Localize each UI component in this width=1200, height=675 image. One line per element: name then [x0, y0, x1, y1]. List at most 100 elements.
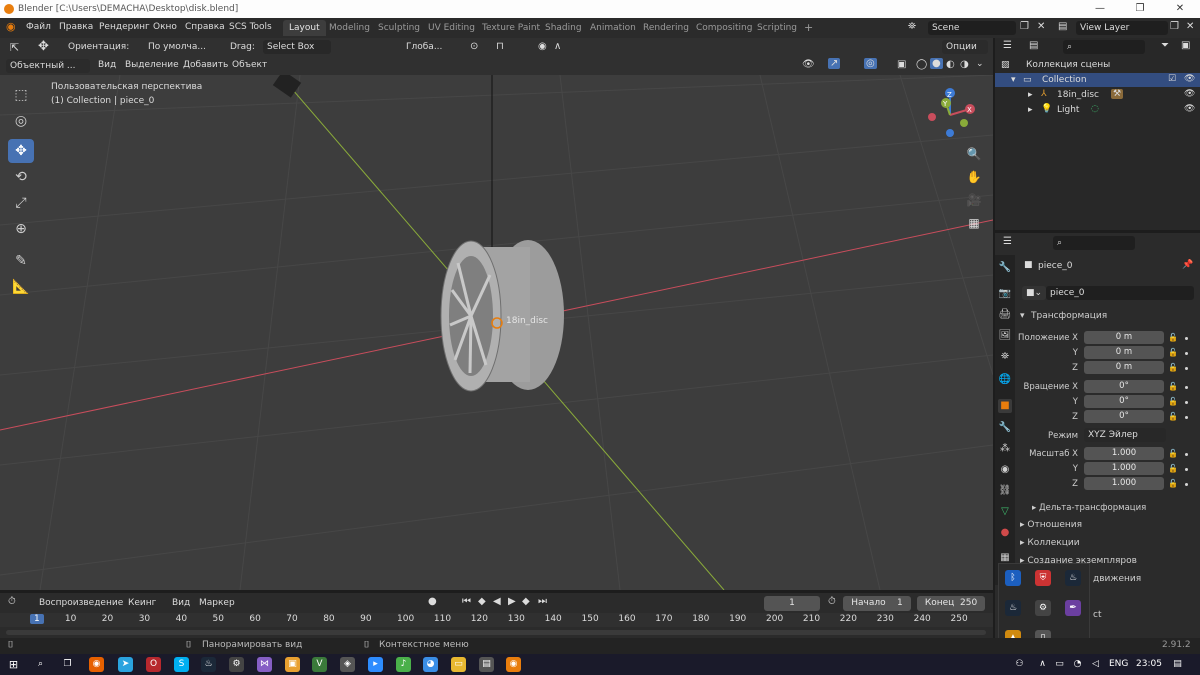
next-keyframe-icon[interactable]: ◆	[522, 596, 530, 607]
keying-menu[interactable]: Кеинг	[128, 598, 156, 608]
lock-icon[interactable]: 🔓	[1168, 348, 1178, 357]
falloff-icon[interactable]: ∧	[554, 41, 561, 52]
lock-icon[interactable]: 🔓	[1168, 397, 1178, 406]
scale-y-field[interactable]: 1.000	[1084, 462, 1164, 475]
drag-dropdown[interactable]: Select Box	[263, 40, 331, 54]
scale-tool-button[interactable]: ⤢	[8, 191, 34, 215]
select-tool-button[interactable]: ⬚	[8, 83, 34, 107]
rendered-shading-icon[interactable]: ◑	[960, 59, 969, 70]
zoom-app-icon[interactable]: ▸	[368, 657, 383, 672]
chrome-icon[interactable]: ◕	[423, 657, 438, 672]
rotation-z-field[interactable]: 0°	[1084, 410, 1164, 423]
object-mode-dropdown[interactable]: Объектный ...	[6, 59, 90, 73]
render-tab-icon[interactable]: 📷	[998, 287, 1012, 301]
clock[interactable]: 23:05	[1136, 659, 1162, 669]
particles-tab-icon[interactable]: ⁂	[998, 442, 1012, 456]
menu-render[interactable]: Рендеринг	[99, 22, 150, 32]
timeline-view-menu[interactable]: Вид	[172, 598, 190, 608]
pin-icon[interactable]: 📌	[1182, 260, 1193, 270]
jump-end-icon[interactable]: ⏭	[538, 596, 547, 607]
tab-rendering[interactable]: Rendering	[637, 20, 695, 36]
task-view-icon[interactable]: ❐	[60, 657, 75, 672]
object-tab-icon[interactable]: ■	[998, 399, 1012, 413]
new-scene-icon[interactable]: ❐	[1020, 21, 1029, 32]
object-visibility-icon[interactable]: 👁	[1184, 89, 1195, 99]
viewport-menu-add[interactable]: Добавить	[183, 60, 228, 70]
lock-icon[interactable]: 🔓	[1168, 382, 1178, 391]
rotation-x-field[interactable]: 0°	[1084, 380, 1164, 393]
blender-taskbar-icon[interactable]: ◉	[506, 657, 521, 672]
language-indicator[interactable]: ENG	[1109, 659, 1128, 669]
opera-icon[interactable]: O	[146, 657, 161, 672]
section-partial[interactable]: ct	[1093, 610, 1101, 620]
outliner-row-light[interactable]: ▸ 💡 Light ◌ 👁	[995, 103, 1200, 117]
move-tool-button[interactable]: ✥	[8, 139, 34, 163]
bluetooth-icon[interactable]: ᛒ	[1005, 570, 1021, 586]
antivirus-icon[interactable]: ⛨	[1035, 570, 1051, 586]
menu-file[interactable]: Файл	[26, 22, 51, 32]
tab-animation[interactable]: Animation	[584, 20, 642, 36]
current-frame-field[interactable]: 1	[764, 596, 820, 611]
lock-icon[interactable]: 🔓	[1168, 464, 1178, 473]
visibility-icon[interactable]: 👁	[802, 59, 815, 70]
options-dropdown[interactable]: Опции	[942, 40, 988, 54]
scale-x-field[interactable]: 1.000	[1084, 447, 1164, 460]
battery-icon[interactable]: ▭	[1052, 657, 1067, 672]
remove-scene-icon[interactable]: ✕	[1037, 21, 1045, 32]
lock-icon[interactable]: 🔓	[1168, 333, 1178, 342]
keyframe-dot[interactable]	[1185, 367, 1188, 370]
keyframe-dot[interactable]	[1185, 416, 1188, 419]
wireframe-shading-icon[interactable]: ◯	[916, 59, 927, 70]
properties-editor-type-icon[interactable]: ☰	[1003, 236, 1012, 247]
prev-keyframe-icon[interactable]: ◆	[478, 596, 486, 607]
transform-section-title[interactable]: Трансформация	[1031, 311, 1107, 321]
lock-icon[interactable]: 🔓	[1168, 449, 1178, 458]
rotation-mode-dropdown[interactable]: XYZ Эйлер	[1084, 428, 1166, 442]
camera-view-icon[interactable]: 🎥	[963, 189, 985, 211]
visual-studio-icon[interactable]: ⋈	[257, 657, 272, 672]
menu-scs-tools[interactable]: SCS Tools	[229, 22, 272, 32]
viewport-menu-select[interactable]: Выделение	[125, 60, 179, 70]
people-icon[interactable]: ⚇	[1012, 657, 1027, 672]
motion-blur-section-partial[interactable]: движения	[1093, 574, 1141, 584]
data-tab-icon[interactable]: ▽	[998, 505, 1012, 519]
zoom-view-icon[interactable]: 🔍	[963, 143, 985, 165]
shading-options-icon[interactable]: ⌄	[976, 59, 984, 69]
collections-section[interactable]: ▸ Коллекции	[1020, 538, 1080, 548]
outliner-row-collection[interactable]: ▾ ▭ Collection ☑ 👁	[995, 73, 1200, 87]
add-workspace-button[interactable]: +	[798, 20, 819, 36]
playback-menu[interactable]: Воспроизведение	[39, 598, 123, 608]
tab-scripting[interactable]: Scripting	[751, 20, 803, 36]
cursor-tool-button[interactable]: ◎	[8, 109, 34, 133]
annotate-tool-button[interactable]: ✎	[8, 249, 34, 273]
view-layer-icon[interactable]: ▤	[1058, 21, 1067, 32]
lock-icon[interactable]: 🔓	[1168, 479, 1178, 488]
volume-icon[interactable]: ◁	[1088, 657, 1103, 672]
scale-z-field[interactable]: 1.000	[1084, 477, 1164, 490]
viewport-menu-object[interactable]: Объект	[232, 60, 267, 70]
keyframe-dot[interactable]	[1185, 386, 1188, 389]
object-browse-icon[interactable]: ■⌄	[1022, 286, 1046, 300]
scene-tab-icon[interactable]: ⛯	[998, 350, 1012, 364]
snap-icon[interactable]: ⊓	[496, 41, 504, 52]
material-shading-icon[interactable]: ◐	[946, 59, 955, 70]
steam-taskbar-icon[interactable]: ♨	[201, 657, 216, 672]
outliner-editor-type-icon[interactable]: ☰	[1003, 40, 1012, 51]
keyframe-dot[interactable]	[1185, 453, 1188, 456]
keyframe-dot[interactable]	[1185, 483, 1188, 486]
lock-icon[interactable]: 🔓	[1168, 363, 1178, 372]
jump-start-icon[interactable]: ⏮	[462, 596, 471, 607]
gpu-icon[interactable]: ⚙	[1035, 600, 1051, 616]
transform-orientation-dropdown[interactable]: Глоба...	[406, 42, 442, 52]
app-taskbar-icon[interactable]: ⚙	[229, 657, 244, 672]
timeline-editor-icon[interactable]: ⏱	[8, 596, 16, 607]
pan-view-icon[interactable]: ✋	[963, 166, 985, 188]
outliner-row-object[interactable]: ▸ ⅄ 18in_disc ⚒ 👁	[995, 88, 1200, 102]
3d-viewport[interactable]: Пользовательская перспектива (1) Collect…	[0, 75, 993, 590]
modifier-tab-icon[interactable]: 🔧	[998, 421, 1012, 435]
pivot-icon[interactable]: ⊙	[470, 41, 478, 52]
collection-visibility-icon[interactable]: 👁	[1184, 74, 1195, 84]
unity-icon[interactable]: ◈	[340, 657, 355, 672]
xray-icon[interactable]: ▣	[897, 59, 906, 70]
material-tab-icon[interactable]: ●	[998, 526, 1012, 540]
